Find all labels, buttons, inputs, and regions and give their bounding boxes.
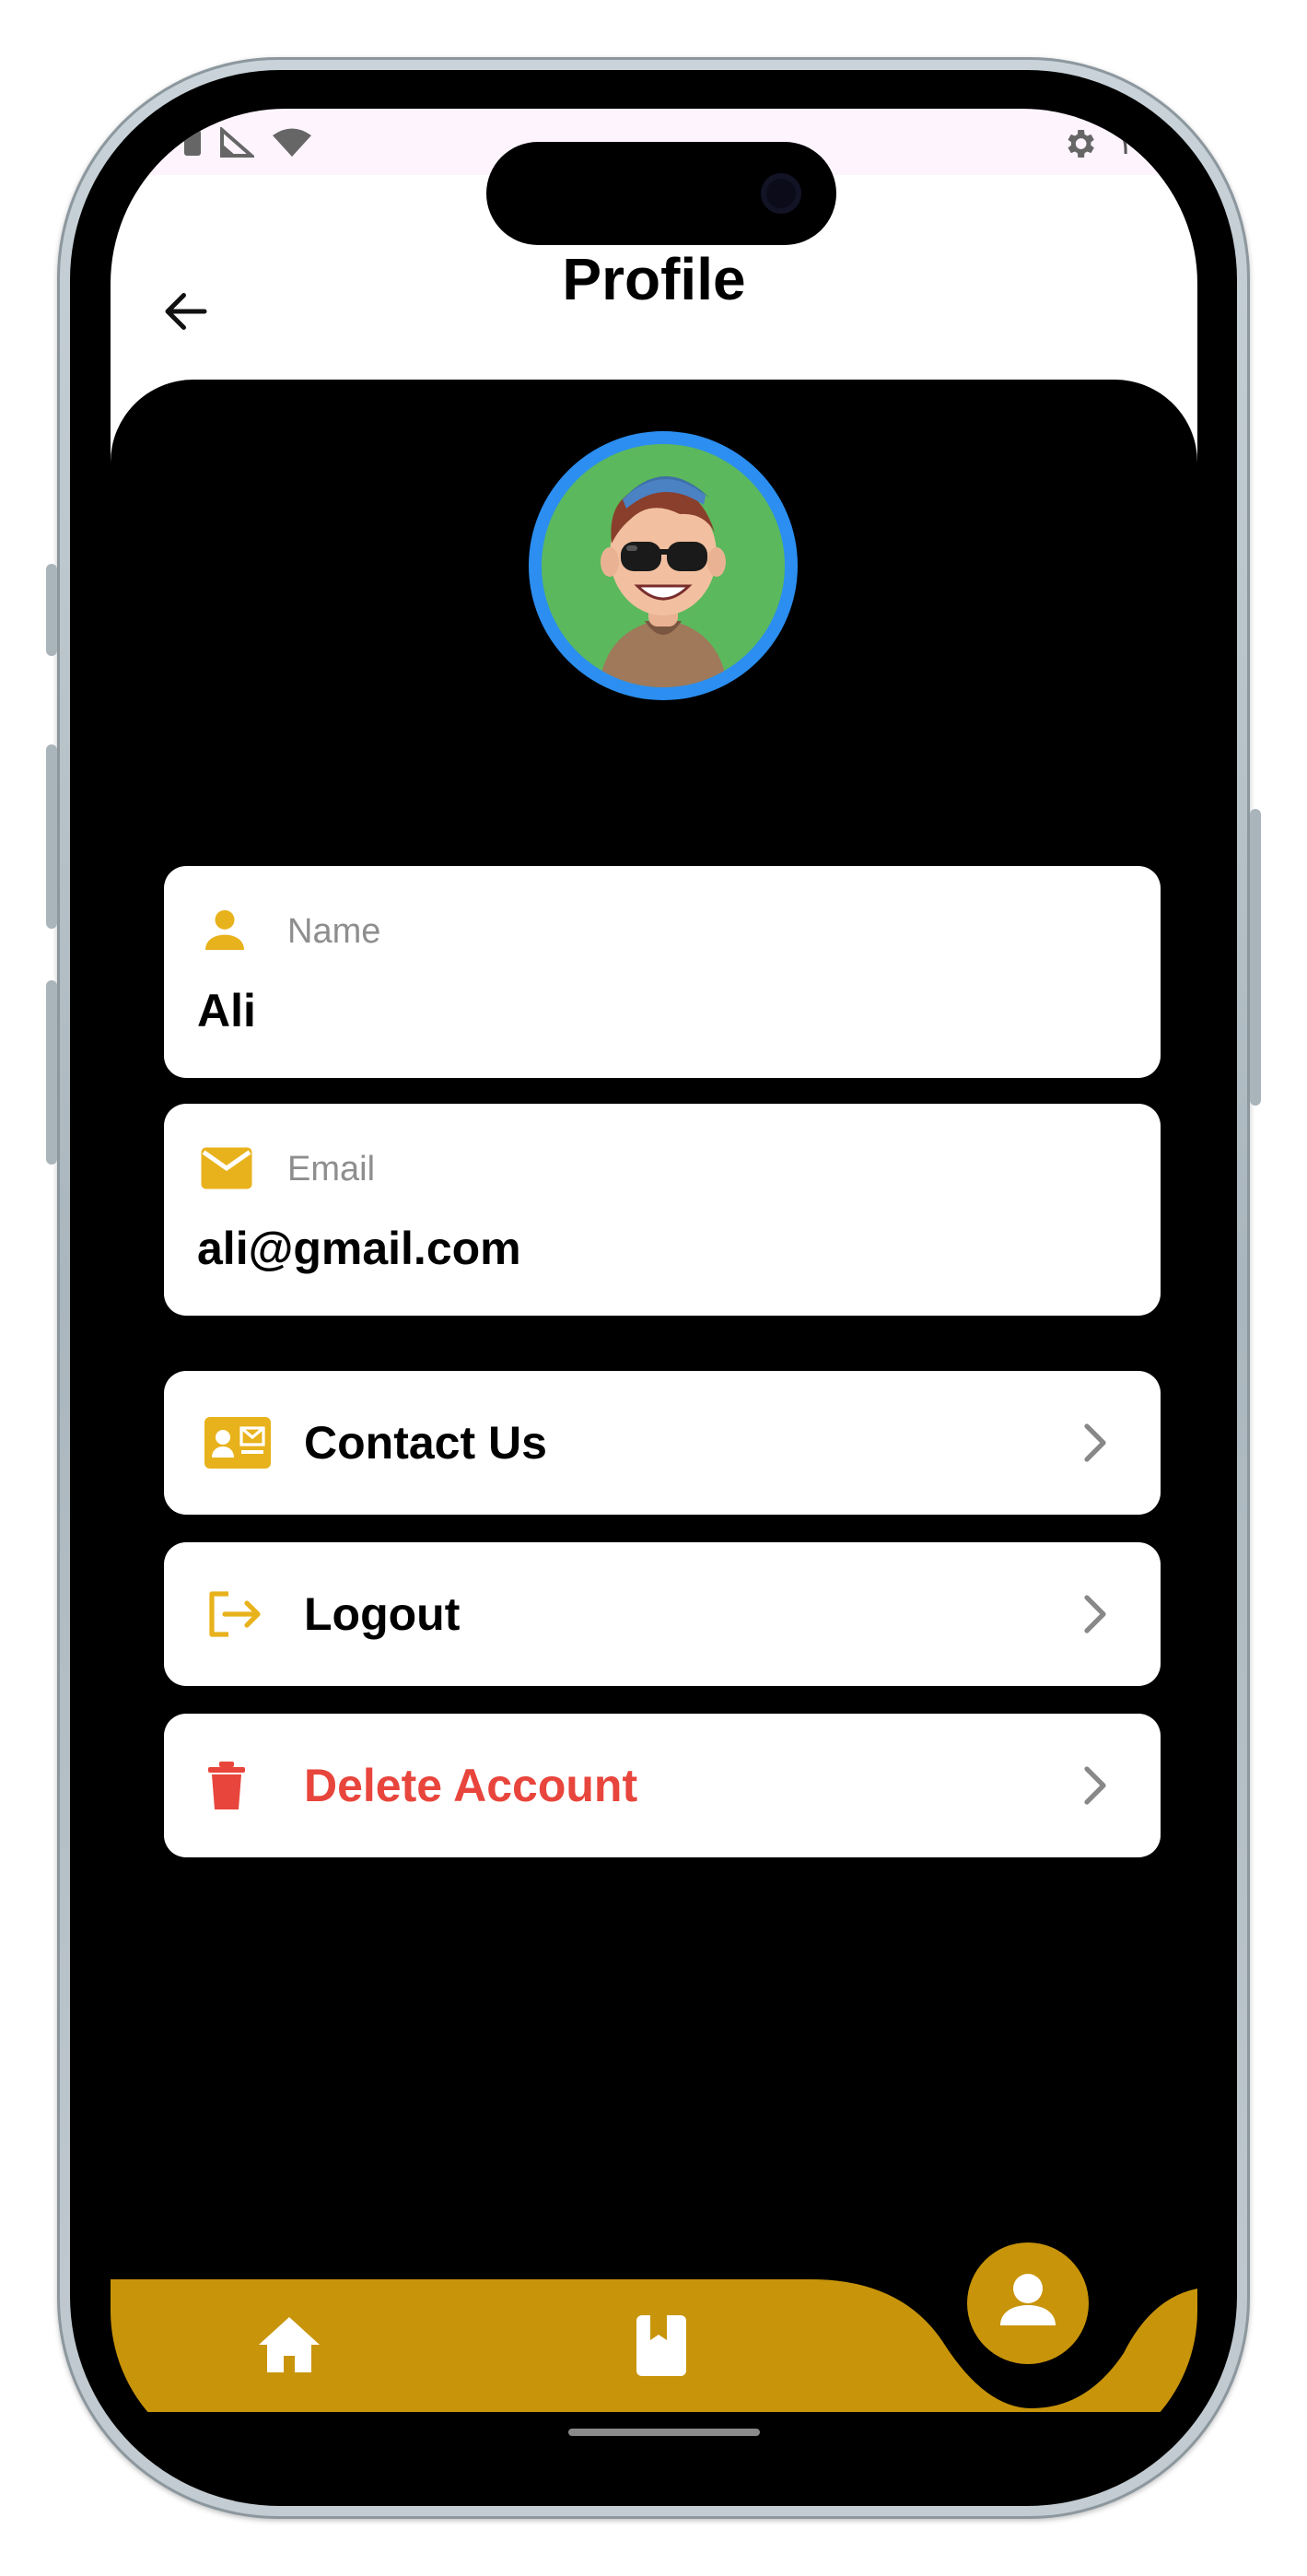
chevron-right-icon bbox=[1084, 1766, 1106, 1805]
delete-account-label: Delete Account bbox=[304, 1760, 638, 1811]
contact-us-label: Contact Us bbox=[304, 1417, 547, 1469]
name-value: Ali bbox=[197, 985, 256, 1036]
delete-account-button[interactable]: Delete Account bbox=[164, 1714, 1161, 1857]
logout-icon bbox=[209, 1591, 261, 1637]
contact-us-button[interactable]: Contact Us bbox=[164, 1371, 1161, 1515]
person-icon bbox=[1000, 2274, 1056, 2325]
email-value: ali@gmail.com bbox=[197, 1223, 521, 1274]
book-icon bbox=[636, 2315, 686, 2376]
volume-up-button bbox=[46, 744, 57, 929]
avatar[interactable] bbox=[529, 431, 798, 700]
app-screen: ١١: Profile Name Ali Email ali@gmail.com… bbox=[111, 109, 1197, 2467]
front-camera bbox=[761, 173, 801, 214]
name-label: Name bbox=[287, 912, 381, 951]
home-icon bbox=[259, 2317, 320, 2372]
mail-icon bbox=[201, 1147, 252, 1189]
settings-gear-icon bbox=[1068, 130, 1094, 158]
sim-card-icon bbox=[184, 130, 201, 156]
chevron-right-icon bbox=[1084, 1423, 1106, 1462]
chevron-right-icon bbox=[1084, 1595, 1106, 1633]
home-indicator bbox=[568, 2429, 760, 2436]
page-title: Profile bbox=[562, 246, 746, 312]
trash-icon bbox=[208, 1762, 245, 1809]
action-button bbox=[46, 564, 57, 656]
name-field-card[interactable]: Name Ali bbox=[164, 866, 1161, 1078]
nav-profile-active[interactable] bbox=[967, 2242, 1089, 2364]
nav-home[interactable] bbox=[256, 2314, 322, 2380]
contact-card-icon bbox=[204, 1417, 271, 1469]
logout-label: Logout bbox=[304, 1588, 461, 1640]
dynamic-island bbox=[486, 142, 836, 245]
profile-content: Name Ali Email ali@gmail.com Contact Us … bbox=[111, 380, 1197, 2467]
wifi-icon bbox=[273, 128, 311, 157]
email-label: Email bbox=[287, 1150, 376, 1188]
nav-library[interactable] bbox=[634, 2313, 689, 2383]
person-icon bbox=[205, 909, 244, 950]
cartoon-avatar-icon bbox=[542, 444, 785, 687]
volume-down-button bbox=[46, 980, 57, 1165]
status-time: ١١: bbox=[1116, 125, 1161, 162]
signal-icon bbox=[220, 127, 254, 158]
email-field-card[interactable]: Email ali@gmail.com bbox=[164, 1104, 1161, 1316]
power-button bbox=[1250, 809, 1261, 1106]
logout-button[interactable]: Logout bbox=[164, 1542, 1161, 1686]
